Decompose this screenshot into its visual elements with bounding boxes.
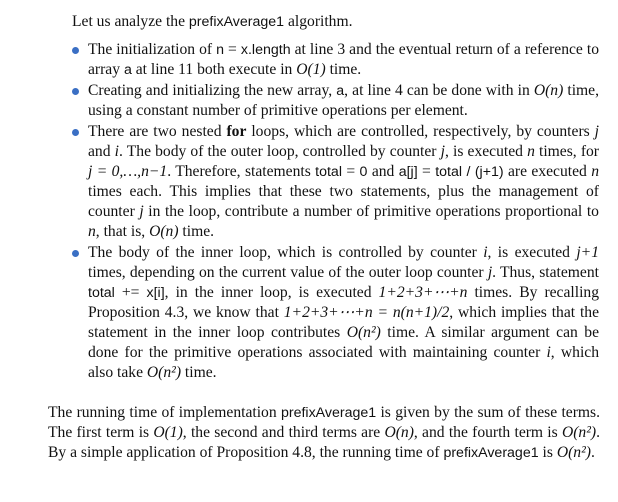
math-term: n xyxy=(527,143,535,160)
math-term: O(n²) xyxy=(556,444,591,461)
list-item: The initialization of n = x.length at li… xyxy=(0,40,618,80)
text: The body of the inner loop, which is con… xyxy=(88,244,484,261)
code-term: prefixAverage1 xyxy=(188,14,285,30)
bullet-icon xyxy=(72,129,79,136)
text: time. xyxy=(325,61,362,78)
code-term: a xyxy=(336,83,345,99)
bullet-icon xyxy=(72,47,79,54)
code-term: prefixAverage1 xyxy=(443,445,539,461)
code-term: prefixAverage1 xyxy=(280,405,377,421)
math-term: n xyxy=(591,163,599,180)
text: times, for xyxy=(534,143,599,160)
text: loops, which are controlled, respectivel… xyxy=(246,123,595,140)
text: and xyxy=(88,143,115,160)
math-term: O(1) xyxy=(296,61,326,78)
list-item: Creating and initializing the new array,… xyxy=(0,81,618,121)
code-term: total xyxy=(315,164,342,180)
text: at line 11 both execute in xyxy=(131,61,297,78)
math-term: j xyxy=(594,123,600,140)
text: and xyxy=(367,163,399,180)
text: , the second and third terms are xyxy=(182,424,385,441)
text: = xyxy=(224,41,241,58)
text: There are two nested xyxy=(88,123,227,140)
text: , is executed xyxy=(487,244,577,261)
text: . The body of the outer loop, controlled… xyxy=(119,143,441,160)
text: time. xyxy=(181,364,217,381)
text: += xyxy=(114,284,147,301)
text: , at line 4 can be done with in xyxy=(344,82,534,99)
closing-paragraph: The running time of implementation prefi… xyxy=(48,403,600,463)
math-term: O(n²) xyxy=(561,424,597,441)
math-term: n xyxy=(88,223,96,240)
text: = xyxy=(417,163,436,180)
code-term: total xyxy=(88,285,115,301)
math-term: O(n²) xyxy=(146,364,182,381)
math-term: O(1) xyxy=(153,424,183,441)
code-term: total / (j+1) xyxy=(435,164,504,180)
text: is xyxy=(538,444,557,461)
bullet-text: The body of the inner loop, which is con… xyxy=(88,243,599,383)
text: The initialization of xyxy=(88,41,217,58)
analysis-bullet-list: The initialization of n = x.length at li… xyxy=(0,40,618,384)
text: . Thus, statement xyxy=(492,264,599,281)
intro-paragraph: Let us analyze the prefixAverage1 algori… xyxy=(72,12,602,32)
text: = xyxy=(341,163,360,180)
text: in the loop, contribute a number of prim… xyxy=(143,203,599,220)
keyword: for xyxy=(226,123,247,140)
text: The running time of implementation xyxy=(48,404,281,421)
math-term: 1+2+3+⋯+n xyxy=(378,284,468,301)
intro-text: algorithm. xyxy=(284,13,353,30)
math-term: j+1 xyxy=(576,244,599,261)
math-term: O(n) xyxy=(384,424,414,441)
intro-text: Let us analyze the xyxy=(72,13,189,30)
document-page: Let us analyze the prefixAverage1 algori… xyxy=(0,0,618,502)
code-term: n xyxy=(216,42,225,58)
text: are executed xyxy=(503,163,592,180)
text: , and the fourth term is xyxy=(413,424,562,441)
code-term: a[j] xyxy=(398,164,418,180)
math-term: O(n) xyxy=(533,82,564,99)
bullet-icon xyxy=(72,250,79,257)
math-term: j = 0,…,n−1 xyxy=(88,163,168,180)
bullet-icon xyxy=(72,88,79,95)
list-item: The body of the inner loop, which is con… xyxy=(0,243,618,383)
bullet-text: Creating and initializing the new array,… xyxy=(88,81,599,121)
math-term: O(n) xyxy=(149,223,179,240)
code-term: a xyxy=(123,62,132,78)
code-term: x.length xyxy=(240,42,291,58)
list-item: There are two nested for loops, which ar… xyxy=(0,122,618,242)
bullet-text: The initialization of n = x.length at li… xyxy=(88,40,599,80)
text: , that is, xyxy=(95,223,150,240)
text: time. xyxy=(178,223,215,240)
text: , in the inner loop, is executed xyxy=(164,284,379,301)
text: Creating and initializing the new array, xyxy=(88,82,337,99)
math-term: 1+2+3+⋯+n = n(n+1)/2 xyxy=(283,304,450,321)
text: . Therefore, statements xyxy=(167,163,316,180)
text: , is executed xyxy=(444,143,528,160)
text: times, depending on the current value of… xyxy=(88,264,488,281)
code-term: x[i] xyxy=(146,285,165,301)
math-term: O(n²) xyxy=(346,324,381,341)
bullet-text: There are two nested for loops, which ar… xyxy=(88,122,599,242)
text: . xyxy=(590,444,595,461)
